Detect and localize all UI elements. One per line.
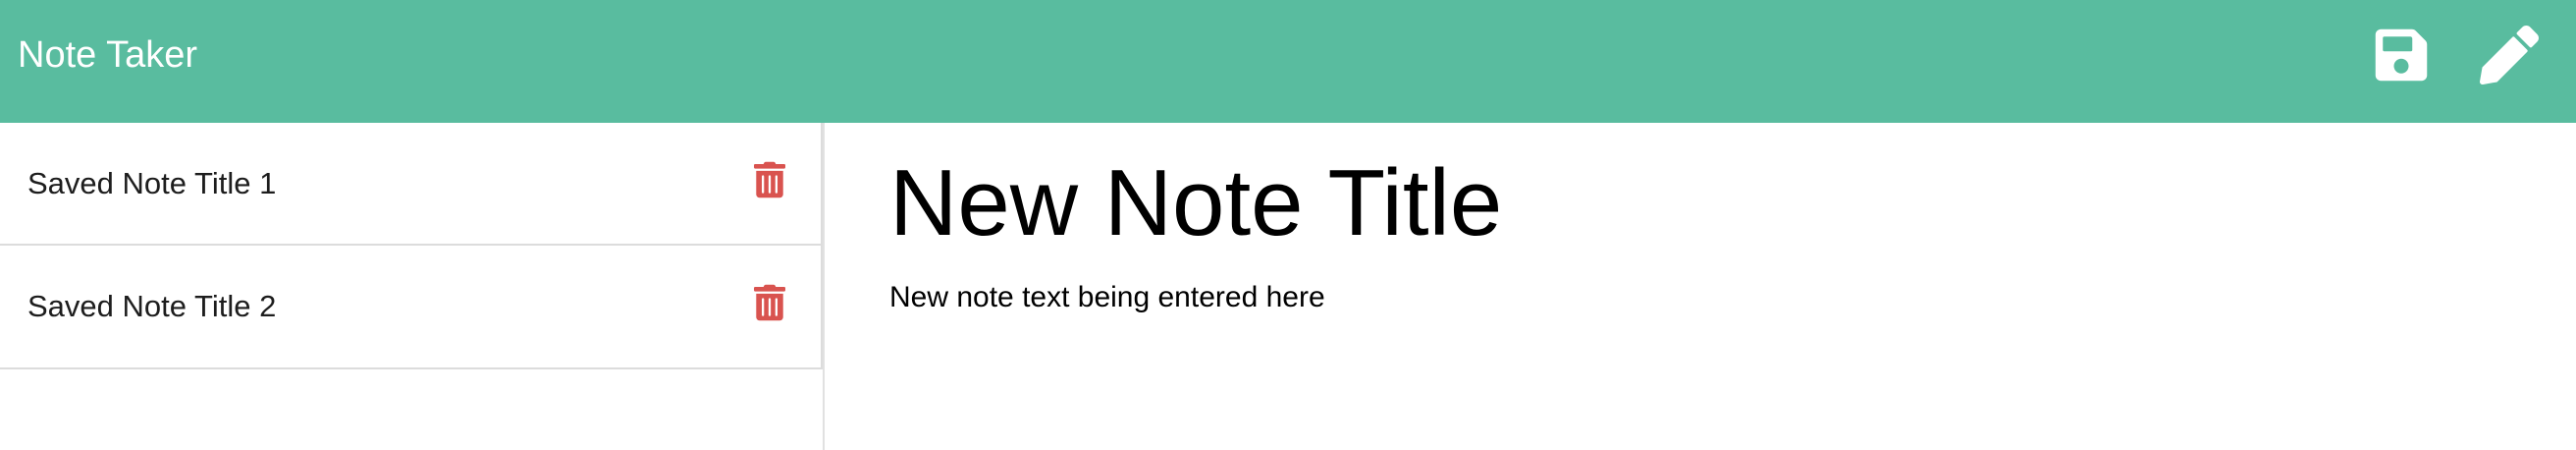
new-note-button[interactable]	[2480, 26, 2539, 84]
trash-icon[interactable]	[754, 283, 785, 322]
saved-notes-sidebar: Saved Note Title 1 Saved Note Title 2	[0, 123, 825, 450]
floppy-disk-icon	[2375, 28, 2428, 82]
note-text-input[interactable]: New note text being entered here	[889, 278, 2460, 396]
trash-icon[interactable]	[754, 160, 785, 199]
saved-note-item[interactable]: Saved Note Title 2	[0, 246, 823, 369]
saved-note-item[interactable]: Saved Note Title 1	[0, 123, 823, 246]
navbar: Note Taker	[0, 0, 2576, 123]
saved-note-title: Saved Note Title 1	[27, 166, 277, 200]
save-note-button[interactable]	[2372, 26, 2431, 84]
note-title-input[interactable]	[889, 144, 2460, 262]
saved-notes-list: Saved Note Title 1 Saved Note Title 2	[0, 123, 823, 369]
saved-note-title: Saved Note Title 2	[27, 289, 277, 323]
note-editor: New note text being entered here	[827, 123, 2576, 450]
pencil-icon	[2480, 26, 2539, 84]
app-title: Note Taker	[18, 34, 198, 76]
